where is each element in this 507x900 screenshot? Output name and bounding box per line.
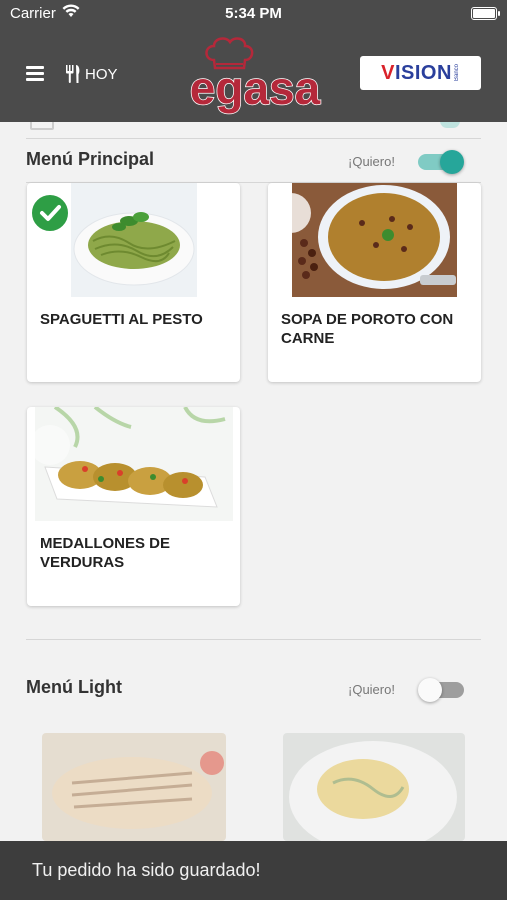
today-label: HOY <box>85 65 118 83</box>
app-header: HOY egasa VISION Banco <box>0 28 507 122</box>
snackbar-message: Tu pedido ha sido guardado! <box>32 860 261 880</box>
meal-name: SPAGUETTI AL PESTO <box>40 311 203 328</box>
battery-icon <box>471 7 500 20</box>
clock: 5:34 PM <box>225 5 282 22</box>
previous-section-peek <box>0 122 507 140</box>
light-meal-photo-1[interactable] <box>42 733 226 841</box>
meal-name: MEDALLONES DE VERDURAS <box>40 535 171 571</box>
omelette-photo <box>283 733 465 841</box>
menu-principal-title: Menú Principal <box>26 149 155 169</box>
today-button[interactable]: HOY <box>64 64 118 84</box>
logo-wordmark: egasa <box>190 62 321 114</box>
sopa-photo <box>292 183 457 297</box>
light-meal-photo-2[interactable] <box>283 733 465 841</box>
egasa-logo: egasa <box>180 34 330 118</box>
chef-hat-icon: egasa <box>189 37 321 115</box>
menu-light-toggle[interactable] <box>418 678 464 702</box>
vision-wordmark: VISION <box>381 61 452 84</box>
vision-subtext: Banco <box>453 64 460 82</box>
meal-select-checkbox[interactable] <box>30 425 70 465</box>
hamburger-menu-icon[interactable] <box>26 66 44 81</box>
meal-name: SOPA DE POROTO CON CARNE <box>281 311 454 347</box>
menu-light-title: Menú Light <box>26 677 122 697</box>
grilled-chicken-photo <box>42 733 226 841</box>
snackbar: Tu pedido ha sido guardado! <box>0 841 507 900</box>
menu-principal-quiero-label: ¡Quiero! <box>348 154 395 169</box>
menu-light-divider <box>26 639 481 640</box>
cutlery-icon <box>66 65 80 83</box>
spaguetti-photo <box>71 183 197 297</box>
meal-selected-checkbox[interactable] <box>30 193 70 233</box>
menu-light-quiero-label: ¡Quiero! <box>348 682 395 697</box>
checkmark-icon <box>40 205 61 221</box>
banco-vision-logo: VISION Banco <box>360 56 481 90</box>
medallones-photo <box>35 407 233 521</box>
menu-principal-toggle[interactable] <box>418 150 464 174</box>
status-bar: Carrier 5:34 PM <box>0 0 507 28</box>
meal-select-checkbox[interactable] <box>271 193 311 233</box>
